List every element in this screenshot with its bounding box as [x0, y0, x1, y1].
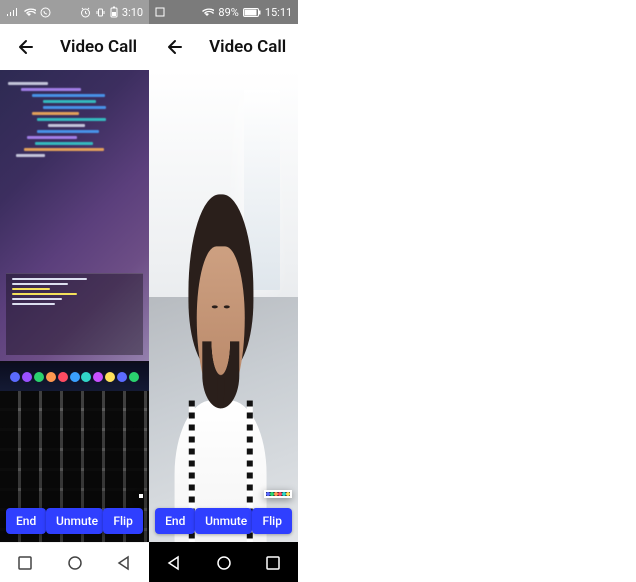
back-button[interactable] — [12, 35, 36, 59]
nav-back-icon — [165, 554, 183, 572]
recent-icon — [264, 554, 282, 572]
device-left: 3:10 Video Call — [0, 0, 149, 582]
unmute-button[interactable]: Unmute — [195, 508, 252, 534]
wifi-icon — [200, 7, 214, 17]
home-icon — [66, 554, 84, 572]
title-bar: Video Call — [149, 24, 298, 70]
call-controls: End Unmute Flip — [149, 502, 298, 542]
status-time: 3:10 — [122, 6, 143, 19]
battery-icon — [243, 8, 261, 17]
page-title: Video Call — [60, 37, 137, 57]
nav-recent-button[interactable] — [7, 545, 43, 581]
unmute-button[interactable]: Unmute — [46, 508, 103, 534]
remote-video — [0, 70, 149, 542]
whatsapp-icon — [40, 7, 51, 18]
app-indicator-icon — [155, 7, 165, 17]
back-button[interactable] — [161, 35, 185, 59]
nav-back-button[interactable] — [106, 545, 142, 581]
status-bar: 89% 15:11 — [149, 0, 298, 24]
self-view[interactable] — [264, 490, 292, 498]
nav-back-button[interactable] — [156, 545, 192, 581]
device-right: 89% 15:11 Video Call — [149, 0, 298, 582]
video-area: End Unmute Flip — [149, 70, 298, 542]
home-icon — [215, 554, 233, 572]
alarm-icon — [80, 7, 91, 18]
nav-home-button[interactable] — [206, 545, 242, 581]
nav-back-icon — [115, 554, 133, 572]
battery-icon — [110, 6, 118, 18]
flip-camera-button[interactable]: Flip — [103, 508, 143, 534]
android-nav-bar — [149, 542, 298, 582]
end-call-button[interactable]: End — [155, 508, 195, 534]
video-area: End Unmute Flip — [0, 70, 149, 542]
back-icon — [163, 37, 183, 57]
status-battery-pct: 89% — [218, 6, 238, 19]
title-bar: Video Call — [0, 24, 149, 70]
status-time: 15:11 — [265, 6, 292, 19]
status-bar: 3:10 — [0, 0, 149, 24]
recent-icon — [16, 554, 34, 572]
self-video-thumbnail — [266, 492, 290, 496]
nav-home-button[interactable] — [57, 545, 93, 581]
back-icon — [14, 37, 34, 57]
call-controls: End Unmute Flip — [0, 502, 149, 542]
android-nav-bar — [0, 542, 149, 582]
flip-camera-button[interactable]: Flip — [252, 508, 292, 534]
remote-video — [149, 70, 298, 542]
nav-recent-button[interactable] — [255, 545, 291, 581]
wifi-icon — [22, 7, 36, 17]
page-title: Video Call — [209, 37, 286, 57]
self-view[interactable] — [139, 494, 143, 498]
signal-icon — [6, 7, 18, 17]
vibrate-icon — [95, 7, 106, 18]
end-call-button[interactable]: End — [6, 508, 46, 534]
